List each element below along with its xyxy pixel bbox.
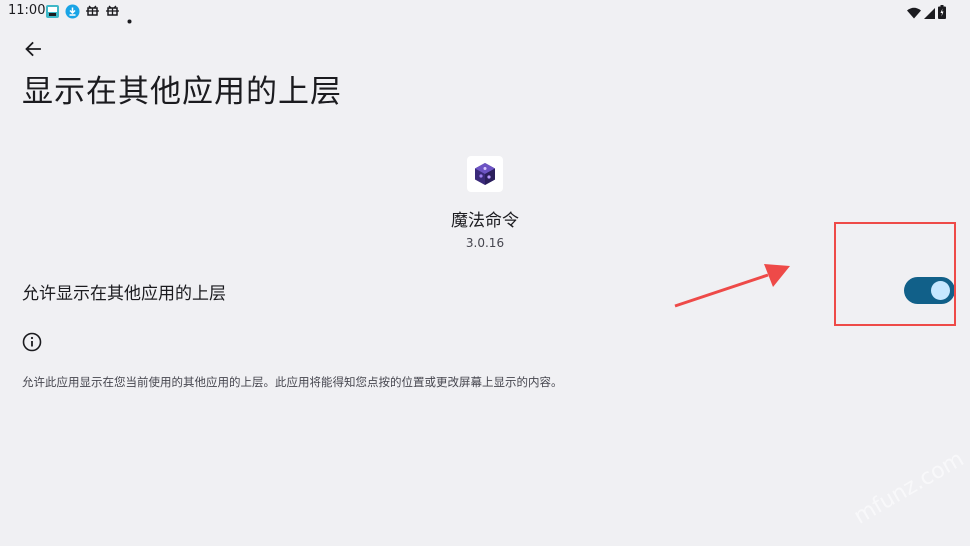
bug-icon bbox=[85, 4, 100, 19]
app-name: 魔法命令 bbox=[451, 211, 519, 231]
signal-icon bbox=[924, 4, 935, 23]
battery-charging-icon bbox=[938, 4, 946, 23]
info-description: 允许此应用显示在您当前使用的其他应用的上层。此应用将能得知您点按的位置或更改屏幕… bbox=[22, 375, 563, 389]
purple-cube-icon bbox=[467, 156, 503, 192]
page-title: 显示在其他应用的上层 bbox=[22, 74, 342, 110]
status-time: 11:00 bbox=[8, 3, 46, 18]
arrow-left-icon bbox=[24, 40, 42, 62]
bug-icon bbox=[105, 4, 120, 19]
system-icons bbox=[907, 4, 946, 23]
info-icon bbox=[22, 332, 42, 352]
allow-overlay-setting-row[interactable]: 允许显示在其他应用的上层 bbox=[0, 262, 970, 318]
app-header: 魔法命令 3.0.16 bbox=[0, 156, 970, 250]
watermark-text: mfunz.com bbox=[850, 447, 969, 530]
dot-icon bbox=[127, 9, 132, 24]
annotation-highlight-box bbox=[834, 222, 956, 326]
back-button[interactable] bbox=[18, 38, 48, 64]
app-notification-icon bbox=[45, 4, 60, 19]
download-icon bbox=[65, 4, 80, 19]
status-bar: 11:00 bbox=[0, 0, 970, 24]
wifi-icon bbox=[907, 4, 921, 23]
setting-label: 允许显示在其他应用的上层 bbox=[22, 284, 226, 304]
watermark: mfunz.com bbox=[850, 447, 969, 530]
app-version: 3.0.16 bbox=[465, 236, 505, 250]
